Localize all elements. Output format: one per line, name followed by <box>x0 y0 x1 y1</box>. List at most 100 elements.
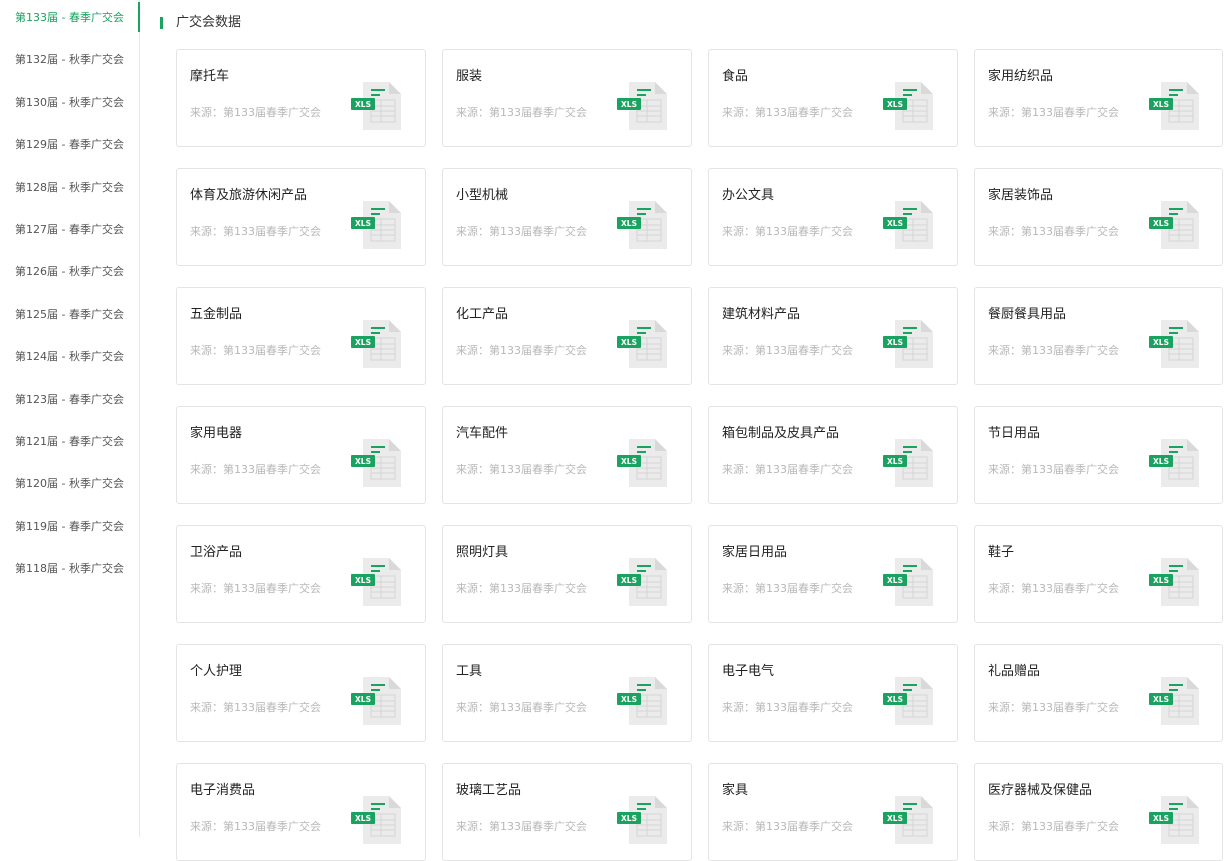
dataset-card[interactable]: 工具 来源：第133届春季广交会 XLS <box>442 644 692 742</box>
sidebar-item[interactable]: 第130届 - 秋季广交会 <box>0 85 139 127</box>
card-title: 电子电气 <box>722 664 775 679</box>
card-title: 建筑材料产品 <box>722 307 801 322</box>
card-title: 五金制品 <box>190 307 243 322</box>
xls-file-icon: XLS <box>883 320 933 368</box>
xls-file-icon: XLS <box>1149 439 1199 487</box>
dataset-card[interactable]: 汽车配件 来源：第133届春季广交会 XLS <box>442 406 692 504</box>
xls-file-icon: XLS <box>617 320 667 368</box>
svg-text:XLS: XLS <box>355 338 371 347</box>
dataset-card[interactable]: 个人护理 来源：第133届春季广交会 XLS <box>176 644 426 742</box>
card-source: 来源：第133届春季广交会 <box>722 344 853 357</box>
svg-text:XLS: XLS <box>887 695 903 704</box>
card-source: 来源：第133届春季广交会 <box>190 106 321 119</box>
card-title: 节日用品 <box>988 426 1041 441</box>
dataset-card[interactable]: 玻璃工艺品 来源：第133届春季广交会 XLS <box>442 763 692 861</box>
card-source: 来源：第133届春季广交会 <box>456 820 587 833</box>
dataset-card[interactable]: 服装 来源：第133届春季广交会 XLS <box>442 49 692 147</box>
xls-file-icon: XLS <box>1149 796 1199 844</box>
sidebar-item[interactable]: 第121届 - 春季广交会 <box>0 424 139 466</box>
svg-text:XLS: XLS <box>887 457 903 466</box>
sidebar-item[interactable]: 第120届 - 秋季广交会 <box>0 466 139 508</box>
sidebar-item[interactable]: 第129届 - 春季广交会 <box>0 127 139 169</box>
svg-text:XLS: XLS <box>355 814 371 823</box>
dataset-card[interactable]: 卫浴产品 来源：第133届春季广交会 XLS <box>176 525 426 623</box>
sidebar-item[interactable]: 第118届 - 秋季广交会 <box>0 551 139 593</box>
xls-file-icon: XLS <box>617 558 667 606</box>
sidebar-item[interactable]: 第119届 - 春季广交会 <box>0 509 139 551</box>
card-source: 来源：第133届春季广交会 <box>456 225 587 238</box>
card-source: 来源：第133届春季广交会 <box>988 225 1119 238</box>
svg-text:XLS: XLS <box>621 219 637 228</box>
svg-text:XLS: XLS <box>621 100 637 109</box>
card-title: 礼品赠品 <box>988 664 1041 679</box>
xls-file-icon: XLS <box>1149 82 1199 130</box>
card-title: 体育及旅游休闲产品 <box>190 188 308 203</box>
svg-text:XLS: XLS <box>355 457 371 466</box>
sidebar-item[interactable]: 第128届 - 秋季广交会 <box>0 170 139 212</box>
svg-text:XLS: XLS <box>1153 219 1169 228</box>
dataset-card[interactable]: 化工产品 来源：第133届春季广交会 XLS <box>442 287 692 385</box>
sidebar-item[interactable]: 第124届 - 秋季广交会 <box>0 339 139 381</box>
card-source: 来源：第133届春季广交会 <box>190 582 321 595</box>
card-source: 来源：第133届春季广交会 <box>722 463 853 476</box>
svg-text:XLS: XLS <box>1153 100 1169 109</box>
dataset-card[interactable]: 箱包制品及皮具产品 来源：第133届春季广交会 XLS <box>708 406 958 504</box>
card-title: 玻璃工艺品 <box>456 783 522 798</box>
dataset-card[interactable]: 家用纺织品 来源：第133届春季广交会 XLS <box>974 49 1223 147</box>
dataset-card[interactable]: 小型机械 来源：第133届春季广交会 XLS <box>442 168 692 266</box>
svg-text:XLS: XLS <box>1153 457 1169 466</box>
dataset-card[interactable]: 电子消费品 来源：第133届春季广交会 XLS <box>176 763 426 861</box>
xls-file-icon: XLS <box>617 439 667 487</box>
card-title: 卫浴产品 <box>190 545 243 560</box>
page-title: 广交会数据 <box>160 14 241 32</box>
card-source: 来源：第133届春季广交会 <box>190 820 321 833</box>
sidebar-item[interactable]: 第126届 - 秋季广交会 <box>0 254 139 296</box>
card-title: 餐厨餐具用品 <box>988 307 1067 322</box>
card-source: 来源：第133届春季广交会 <box>456 463 587 476</box>
xls-file-icon: XLS <box>1149 558 1199 606</box>
dataset-card[interactable]: 家具 来源：第133届春季广交会 XLS <box>708 763 958 861</box>
dataset-card[interactable]: 摩托车 来源：第133届春季广交会 XLS <box>176 49 426 147</box>
card-source: 来源：第133届春季广交会 <box>988 344 1119 357</box>
dataset-card[interactable]: 家居日用品 来源：第133届春季广交会 XLS <box>708 525 958 623</box>
dataset-card[interactable]: 节日用品 来源：第133届春季广交会 XLS <box>974 406 1223 504</box>
svg-text:XLS: XLS <box>355 219 371 228</box>
xls-file-icon: XLS <box>351 82 401 130</box>
dataset-card[interactable]: 建筑材料产品 来源：第133届春季广交会 XLS <box>708 287 958 385</box>
xls-file-icon: XLS <box>617 677 667 725</box>
sidebar-item[interactable]: 第133届 - 春季广交会 <box>0 0 140 42</box>
sidebar-item[interactable]: 第132届 - 秋季广交会 <box>0 42 139 84</box>
dataset-card[interactable]: 礼品赠品 来源：第133届春季广交会 XLS <box>974 644 1223 742</box>
svg-text:XLS: XLS <box>621 576 637 585</box>
card-source: 来源：第133届春季广交会 <box>988 463 1119 476</box>
dataset-card[interactable]: 医疗器械及保健品 来源：第133届春季广交会 XLS <box>974 763 1223 861</box>
dataset-card[interactable]: 照明灯具 来源：第133届春季广交会 XLS <box>442 525 692 623</box>
dataset-card[interactable]: 体育及旅游休闲产品 来源：第133届春季广交会 XLS <box>176 168 426 266</box>
dataset-card[interactable]: 办公文具 来源：第133届春季广交会 XLS <box>708 168 958 266</box>
xls-file-icon: XLS <box>1149 677 1199 725</box>
dataset-card[interactable]: 食品 来源：第133届春季广交会 XLS <box>708 49 958 147</box>
card-source: 来源：第133届春季广交会 <box>988 106 1119 119</box>
card-source: 来源：第133届春季广交会 <box>722 225 853 238</box>
card-source: 来源：第133届春季广交会 <box>456 106 587 119</box>
dataset-card[interactable]: 家居装饰品 来源：第133届春季广交会 XLS <box>974 168 1223 266</box>
card-title: 医疗器械及保健品 <box>988 783 1093 798</box>
svg-text:XLS: XLS <box>887 576 903 585</box>
card-title: 照明灯具 <box>456 545 509 560</box>
card-title: 摩托车 <box>190 69 230 84</box>
xls-file-icon: XLS <box>351 558 401 606</box>
dataset-card[interactable]: 五金制品 来源：第133届春季广交会 XLS <box>176 287 426 385</box>
card-title: 鞋子 <box>988 545 1015 560</box>
dataset-card[interactable]: 电子电气 来源：第133届春季广交会 XLS <box>708 644 958 742</box>
sidebar-item[interactable]: 第127届 - 春季广交会 <box>0 212 139 254</box>
card-source: 来源：第133届春季广交会 <box>190 344 321 357</box>
dataset-card[interactable]: 家用电器 来源：第133届春季广交会 XLS <box>176 406 426 504</box>
card-title: 汽车配件 <box>456 426 509 441</box>
card-source: 来源：第133届春季广交会 <box>722 701 853 714</box>
svg-text:XLS: XLS <box>621 814 637 823</box>
dataset-card[interactable]: 鞋子 来源：第133届春季广交会 XLS <box>974 525 1223 623</box>
sidebar-item[interactable]: 第125届 - 春季广交会 <box>0 297 139 339</box>
dataset-card[interactable]: 餐厨餐具用品 来源：第133届春季广交会 XLS <box>974 287 1223 385</box>
dataset-grid: 摩托车 来源：第133届春季广交会 XLS 服装 来源：第133届春季广交会 X… <box>176 49 1230 861</box>
sidebar-item[interactable]: 第123届 - 春季广交会 <box>0 382 139 424</box>
